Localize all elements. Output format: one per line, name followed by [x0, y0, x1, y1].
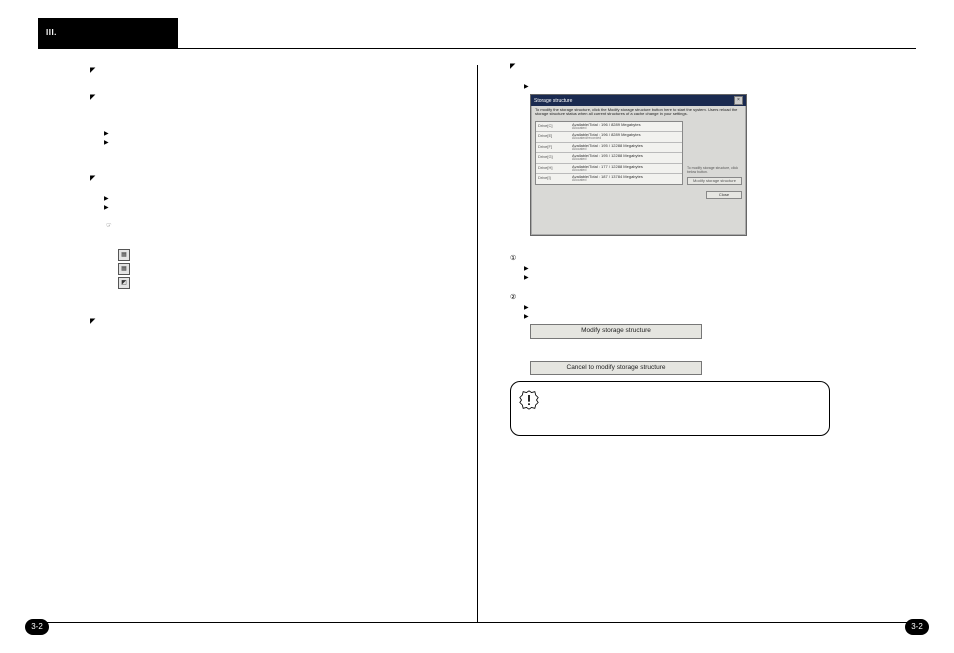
drive-status: Allocated [572, 148, 680, 152]
list-item: ▶ [524, 83, 910, 90]
right-column: ◤ ▶ Storage structure × To modify the st… [510, 60, 910, 613]
list-item: ◤ [90, 66, 490, 75]
dialog-titlebar: Storage structure × [531, 95, 746, 106]
icon-definition-row: ▦ [118, 249, 490, 261]
list-item: ▶ [524, 274, 910, 281]
manual-page: III. ◤ ◤ ▶ ▶ ◤ ▶ [0, 0, 954, 653]
note-marker-icon: ☞ [104, 223, 114, 231]
drive-label: Drive[I] [536, 174, 570, 184]
index-marker-icon: ◤ [90, 66, 100, 75]
list-item: ▶ [104, 139, 490, 146]
note-row: ☞ [104, 223, 490, 231]
dialog-side-panel: To modify storage structure, click below… [687, 121, 742, 185]
numbered-step: ① [510, 254, 910, 263]
index-marker-icon: ◤ [90, 174, 100, 183]
list-item: ▶ [104, 195, 490, 202]
triangle-icon: ▶ [524, 266, 532, 272]
warning-box [510, 381, 830, 436]
drive-status: Allocated [572, 169, 680, 173]
modify-storage-structure-button[interactable]: Modify storage structure [530, 324, 702, 339]
left-column: ◤ ◤ ▶ ▶ ◤ ▶ ▶ [90, 60, 490, 613]
table-row: Drive[E] Available/Total : 196 / 8289 Me… [536, 132, 682, 143]
dialog-title-text: Storage structure [534, 97, 572, 105]
table-row: Drive[I] Available/Total : 187 / 13784 M… [536, 174, 682, 184]
list-item: ◤ [510, 62, 910, 71]
numbered-step: ② [510, 293, 910, 302]
drive-status: Allocated [572, 127, 680, 131]
side-hint-text: To modify storage structure, click below… [687, 166, 742, 175]
triangle-icon: ▶ [524, 305, 532, 311]
icon-definition-row: ◩ [118, 277, 490, 289]
toolbar-glyph-icon: ◩ [118, 277, 130, 289]
cancel-modify-storage-button[interactable]: Cancel to modify storage structure [530, 361, 702, 376]
close-icon[interactable]: × [734, 96, 743, 105]
index-marker-icon: ◤ [510, 62, 520, 71]
list-item: ◤ [90, 174, 490, 183]
dialog-body: Drive[C] Available/Total : 196 / 8289 Me… [531, 119, 746, 187]
dialog-footer: Close [531, 187, 746, 201]
index-marker-icon: ◤ [90, 317, 100, 326]
triangle-icon: ▶ [104, 205, 112, 211]
icon-definition-row: ▦ [118, 263, 490, 275]
drive-label: Drive[E] [536, 132, 570, 142]
drive-status: Allocated/recorded [572, 137, 680, 141]
triangle-icon: ▶ [104, 140, 112, 146]
list-item: ◤ [90, 317, 490, 326]
index-marker-icon: ◤ [90, 93, 100, 102]
drive-label: Drive[G] [536, 153, 570, 163]
dialog-description: To modify the storage structure, click t… [531, 106, 746, 119]
drive-status: Allocated [572, 179, 680, 183]
drive-label: Drive[H] [536, 164, 570, 174]
table-row: Drive[C] Available/Total : 196 / 8289 Me… [536, 122, 682, 133]
warning-icon [519, 390, 539, 410]
triangle-icon: ▶ [104, 196, 112, 202]
table-row: Drive[H] Available/Total : 177 / 12288 M… [536, 164, 682, 175]
drive-label: Drive[C] [536, 122, 570, 132]
page-number-right: 3-2 [905, 619, 929, 635]
triangle-icon: ▶ [524, 84, 532, 90]
toolbar-glyph-icon: ▦ [118, 249, 130, 261]
triangle-icon: ▶ [524, 275, 532, 281]
list-item: ▶ [524, 313, 910, 320]
triangle-icon: ▶ [524, 314, 532, 320]
list-item: ▶ [524, 265, 910, 272]
list-item: ◤ [90, 93, 490, 102]
drive-table: Drive[C] Available/Total : 196 / 8289 Me… [535, 121, 683, 185]
page-number-left: 3-2 [25, 619, 49, 635]
drive-status: Allocated [572, 158, 680, 162]
step-number-icon: ② [510, 293, 520, 302]
drive-label: Drive[F] [536, 143, 570, 153]
table-row: Drive[G] Available/Total : 195 / 12288 M… [536, 153, 682, 164]
modify-storage-button[interactable]: Modify storage structure [687, 177, 742, 185]
list-item: ▶ [104, 130, 490, 137]
list-item: ▶ [104, 204, 490, 211]
step-number-icon: ① [510, 254, 520, 263]
storage-structure-dialog: Storage structure × To modify the storag… [530, 94, 747, 236]
toolbar-glyph-icon: ▦ [118, 263, 130, 275]
triangle-icon: ▶ [104, 131, 112, 137]
list-item: ▶ [524, 304, 910, 311]
table-row: Drive[F] Available/Total : 195 / 12288 M… [536, 143, 682, 154]
close-button[interactable]: Close [706, 191, 742, 199]
